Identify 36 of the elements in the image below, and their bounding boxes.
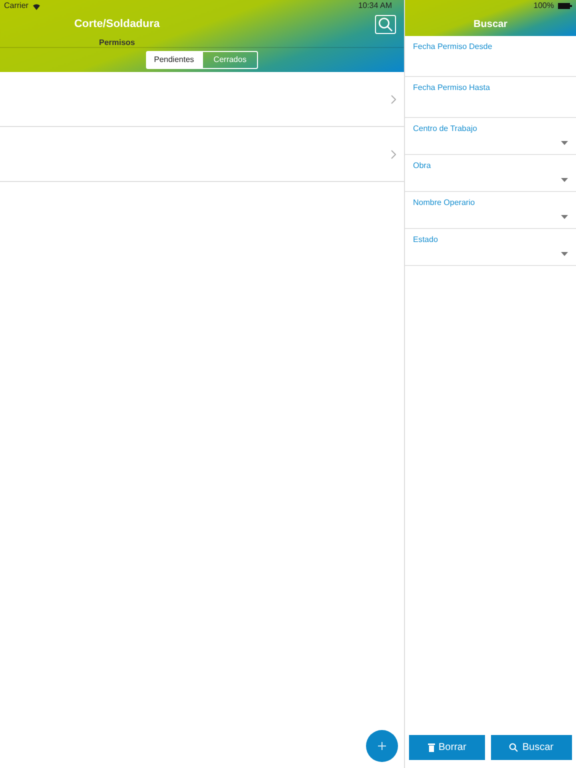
battery-icon — [558, 3, 572, 9]
search-icon — [509, 743, 518, 752]
field-label: Centro de Trabajo — [413, 123, 478, 135]
search-icon — [378, 16, 393, 32]
screen-subtitle: Permisos — [98, 38, 136, 47]
caret-icon — [561, 215, 568, 219]
add-button[interactable] — [366, 730, 398, 762]
field-label: Estado — [413, 234, 439, 246]
caret-icon — [561, 141, 568, 145]
field-label: Nombre Operario — [413, 197, 476, 209]
carrier-label: Carrier — [4, 0, 28, 12]
date-field[interactable]: Fecha Permiso Desde — [405, 36, 576, 77]
battery-label: 100% — [534, 0, 554, 12]
select-field[interactable]: Obra — [405, 155, 576, 192]
chevron-icon — [391, 94, 396, 104]
caret-icon — [561, 178, 568, 182]
search-button[interactable] — [375, 14, 396, 34]
segment-tab[interactable]: Cerrados — [202, 51, 258, 69]
chevron-icon — [391, 150, 396, 158]
select-field[interactable]: Centro de Trabajo — [405, 118, 576, 155]
plus-icon — [378, 742, 386, 750]
segment-tab[interactable]: Pendientes — [146, 51, 202, 69]
select-field[interactable]: Nombre Operario — [405, 192, 576, 229]
time-label: 10:34 AM — [358, 0, 392, 12]
search-button[interactable]: Buscar — [490, 735, 572, 760]
caret-icon — [561, 252, 568, 256]
field-label: Fecha Permiso Hasta — [413, 82, 491, 94]
trash-icon — [428, 743, 435, 752]
date-field[interactable]: Fecha Permiso Hasta — [405, 77, 576, 118]
wifi-icon — [32, 2, 42, 10]
panel-title: Buscar — [474, 19, 508, 30]
screen-title: Corte/Soldadura — [74, 18, 160, 30]
field-label: Obra — [413, 160, 432, 172]
select-field[interactable]: Estado — [405, 229, 576, 266]
field-label: Fecha Permiso Desde — [413, 41, 494, 53]
clear-button[interactable]: Borrar — [409, 735, 485, 760]
